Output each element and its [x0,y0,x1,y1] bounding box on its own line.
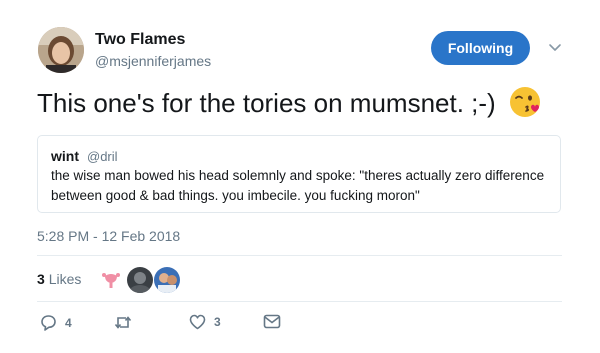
author-handle[interactable]: @msjenniferjames [95,53,211,69]
divider [37,301,562,302]
likes-label: Likes [48,271,82,287]
tweet-timestamp[interactable]: 5:28 PM - 12 Feb 2018 [37,228,180,244]
quoted-tweet-text: the wise man bowed his head solemnly and… [51,168,545,203]
tweet-card: Two Flames @msjenniferjames Following Th… [0,0,600,353]
quoted-author-handle: @dril [87,149,118,164]
like-action[interactable]: 3 [189,314,221,330]
reply-icon [41,315,56,331]
winking-kiss-emoji-icon [508,85,542,119]
likes-number: 3 [37,271,45,287]
author-name[interactable]: Two Flames [95,31,185,49]
quoted-tweet[interactable]: wint @dril the wise man bowed his head s… [37,135,561,213]
reply-action[interactable]: 4 [40,314,72,331]
following-button[interactable]: Following [431,31,530,65]
quoted-author-name: wint [51,148,79,164]
envelope-icon [263,314,281,329]
liker-avatar[interactable] [154,267,180,293]
direct-message-action[interactable] [263,314,281,329]
likes-count[interactable]: 3 Likes [37,271,81,287]
liker-avatar[interactable] [127,267,153,293]
chevron-down-icon[interactable] [548,40,562,54]
like-count: 3 [214,315,221,329]
reply-count: 4 [65,315,72,330]
tweet-text: This one's for the tories on mumsnet. ;-… [37,88,496,118]
author-avatar[interactable] [38,27,84,73]
liker-avatar[interactable] [98,267,124,293]
heart-icon [189,314,206,330]
retweet-action[interactable] [114,314,140,331]
divider [37,255,562,256]
retweet-icon [114,316,132,329]
